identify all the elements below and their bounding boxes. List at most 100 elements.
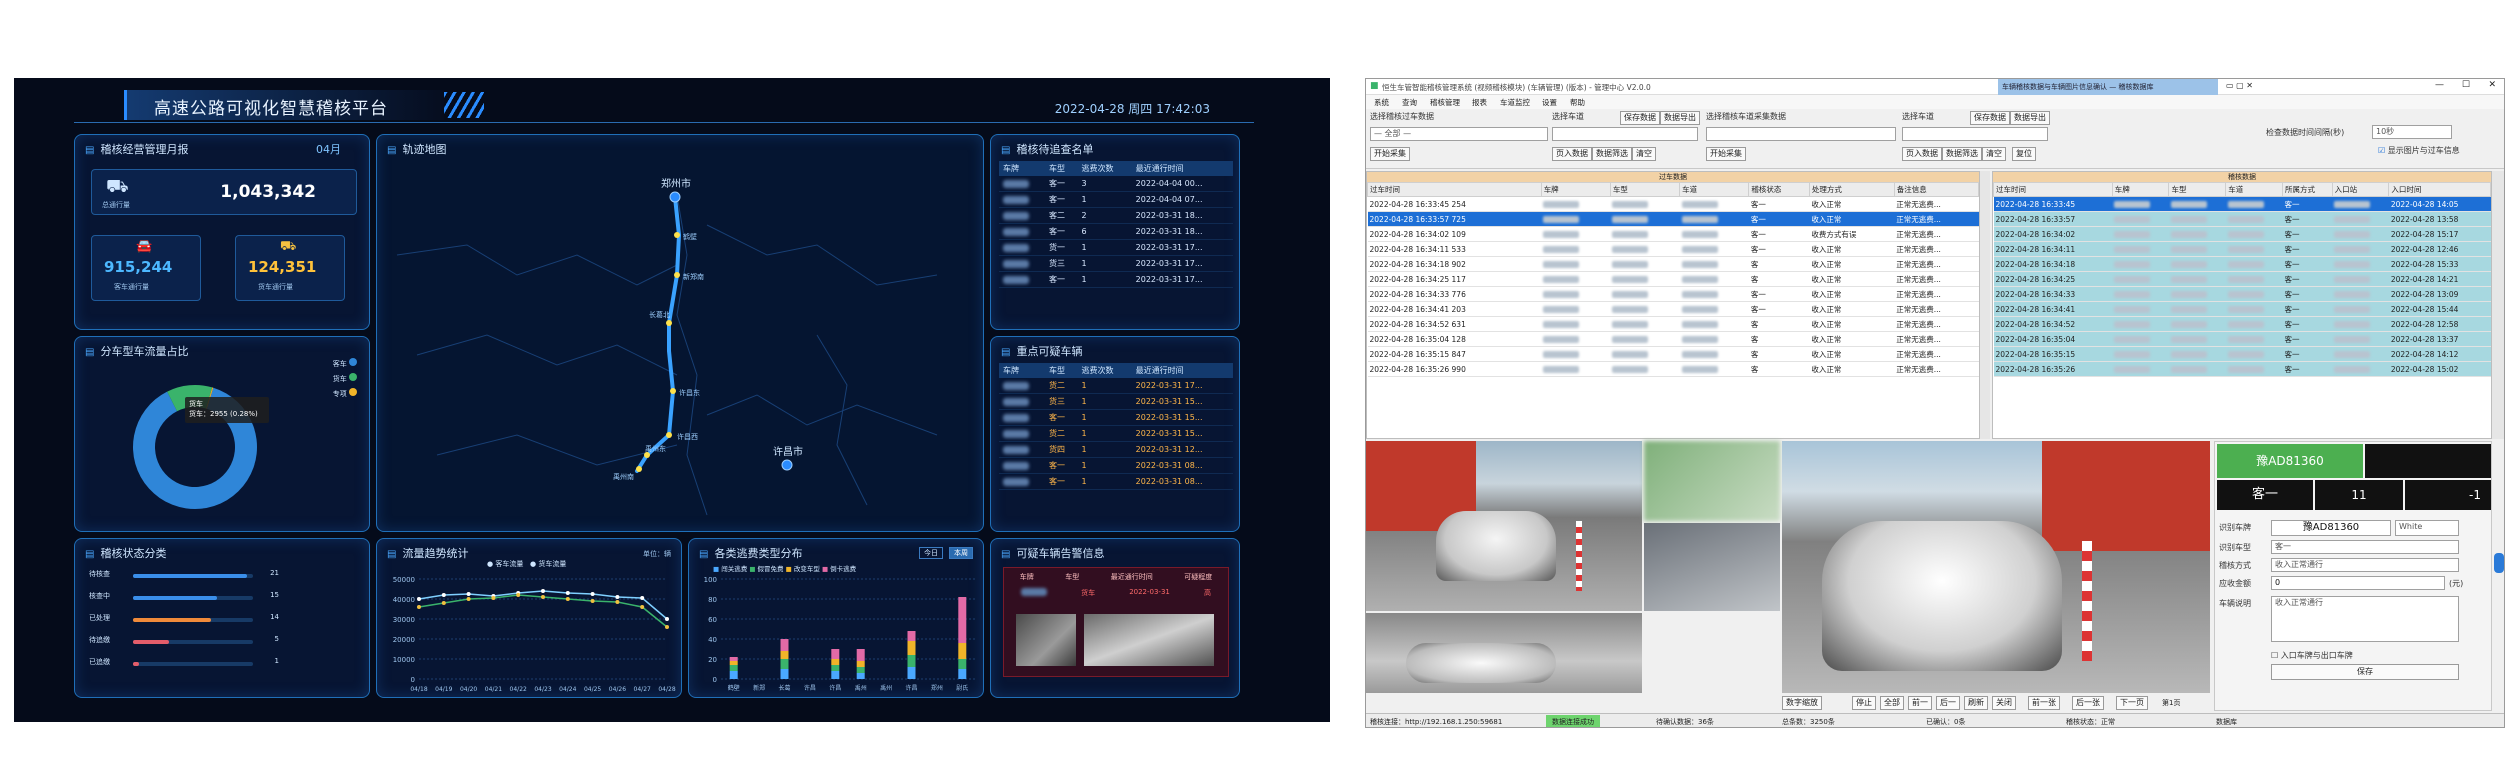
- zoom-button[interactable]: 数字缩放: [1782, 696, 1822, 710]
- show-image-checkbox[interactable]: ☑ 显示图片与过车信息: [2378, 145, 2460, 156]
- note-textarea[interactable]: 收入正常通行: [2271, 596, 2459, 642]
- menu-item[interactable]: 稽核管理: [1430, 97, 1460, 108]
- s4-clear-button[interactable]: 清空: [1982, 147, 2006, 161]
- camera-main-view[interactable]: [1782, 441, 2210, 693]
- s2-filter-button[interactable]: 数据筛选: [1592, 147, 1632, 161]
- maximize-icon[interactable]: ☐: [2462, 80, 2470, 90]
- plate-input[interactable]: 豫AD81360: [2271, 520, 2391, 536]
- entry-plate-checkbox[interactable]: ☐ 入口车牌与出口车牌: [2271, 650, 2353, 661]
- grid-row[interactable]: 2022-04-28 16:34:25 117 客收入正常 正常无逃费...: [1367, 271, 1979, 287]
- ctrl-button[interactable]: 后一张: [2072, 696, 2104, 710]
- grid-row[interactable]: 2022-04-28 16:35:26 990 客收入正常 正常无逃费...: [1367, 361, 1979, 377]
- table-row[interactable]: 客一 1 2022-03-31 08...: [999, 457, 1233, 474]
- grid-row[interactable]: 2022-04-28 16:34:11 客一 2022-04-28 12:46: [1993, 241, 2491, 257]
- s4-reset-button[interactable]: 复位: [2012, 147, 2036, 161]
- ctrl-button[interactable]: 后一: [1936, 696, 1960, 710]
- right-grid-scrollbar[interactable]: [2492, 171, 2504, 439]
- blurred-cell: [1612, 231, 1649, 238]
- s1-start-button[interactable]: 开始采集: [1370, 147, 1410, 161]
- blurred-cell: [2170, 216, 2207, 223]
- table-row[interactable]: 客一 6 2022-03-31 18...: [999, 223, 1233, 240]
- popup-controls[interactable]: ▭ ▢ ✕: [2226, 81, 2253, 90]
- menu-item[interactable]: 帮助: [1570, 97, 1585, 108]
- table-row[interactable]: 货三 1 2022-03-31 17...: [999, 255, 1233, 272]
- left-grid-scrollbar[interactable]: [1980, 171, 1990, 439]
- table-row[interactable]: 货二 1 2022-03-31 15...: [999, 425, 1233, 442]
- s4-save-button[interactable]: 保存数据: [1970, 111, 2010, 125]
- table-row[interactable]: 货二 1 2022-03-31 17...: [999, 378, 1233, 394]
- color-select[interactable]: White: [2395, 520, 2459, 536]
- menu-item[interactable]: 设置: [1542, 97, 1557, 108]
- table-row[interactable]: 货四 1 2022-03-31 12...: [999, 441, 1233, 458]
- camera-view-3[interactable]: [1644, 523, 1780, 611]
- grid-row[interactable]: 2022-04-28 16:35:04 客一 2022-04-28 13:37: [1993, 331, 2491, 347]
- grid-row[interactable]: 2022-04-28 16:35:04 128 客收入正常 正常无逃费...: [1367, 331, 1979, 347]
- ctrl-button[interactable]: 下一页: [2116, 696, 2148, 710]
- ctrl-button[interactable]: 关闭: [1992, 696, 2016, 710]
- side-scroll-handle[interactable]: [2494, 553, 2504, 573]
- s4-import-button[interactable]: 页入数据: [1902, 147, 1942, 161]
- table-row[interactable]: 客一 1 2022-03-31 17...: [999, 271, 1233, 288]
- table-row[interactable]: 客二 2 2022-03-31 18...: [999, 207, 1233, 224]
- grid-row[interactable]: 2022-04-28 16:34:25 客一 2022-04-28 14:21: [1993, 271, 2491, 287]
- grid-row[interactable]: 2022-04-28 16:34:02 客一 2022-04-28 15:17: [1993, 226, 2491, 242]
- camera-view-4[interactable]: [1366, 613, 1642, 693]
- grid-row[interactable]: 2022-04-28 16:34:33 客一 2022-04-28 13:09: [1993, 286, 2491, 302]
- grid-row[interactable]: 2022-04-28 16:34:11 533 客一 收入正常 正常无逃费...: [1367, 241, 1979, 257]
- grid-row[interactable]: 2022-04-28 16:33:45 客一 2022-04-28 14:05: [1993, 196, 2491, 212]
- grid-row[interactable]: 2022-04-28 16:35:26 客一 2022-04-28 15:02: [1993, 361, 2491, 377]
- s3-start-button[interactable]: 开始采集: [1706, 147, 1746, 161]
- table-row[interactable]: 客一 3 2022-04-04 00...: [999, 176, 1233, 192]
- ctrl-button[interactable]: 全部: [1880, 696, 1904, 710]
- s4-select[interactable]: [1902, 127, 2048, 141]
- grid-row[interactable]: 2022-04-28 16:34:33 776 客一 收入正常 正常无逃费...: [1367, 286, 1979, 302]
- amount-input[interactable]: 0: [2271, 576, 2445, 590]
- ctrl-button[interactable]: 前一: [1908, 696, 1932, 710]
- grid-row[interactable]: 2022-04-28 16:34:18 902 客收入正常 正常无逃费...: [1367, 256, 1979, 272]
- grid-row[interactable]: 2022-04-28 16:33:57 客一 2022-04-28 13:58: [1993, 211, 2491, 227]
- grid-row[interactable]: 2022-04-28 16:34:52 客一 2022-04-28 12:58: [1993, 316, 2491, 332]
- menu-item[interactable]: 查询: [1402, 97, 1417, 108]
- table-row[interactable]: 货三 1 2022-03-31 15...: [999, 393, 1233, 410]
- grid-row[interactable]: 2022-04-28 16:34:41 客一 2022-04-28 15:44: [1993, 301, 2491, 317]
- s2-save-button[interactable]: 保存数据: [1620, 111, 1660, 125]
- camera-view-1[interactable]: [1366, 441, 1642, 611]
- s4-export-button[interactable]: 数据导出: [2010, 111, 2050, 125]
- s2-export-button[interactable]: 数据导出: [1660, 111, 1700, 125]
- table-row[interactable]: 客一 1 2022-03-31 15...: [999, 409, 1233, 426]
- grid-row[interactable]: 2022-04-28 16:35:15 847 客收入正常 正常无逃费...: [1367, 346, 1979, 362]
- interval-select[interactable]: 10秒: [2372, 125, 2452, 139]
- s2-select[interactable]: [1552, 127, 1698, 141]
- s1-select[interactable]: — 全部 —: [1370, 127, 1548, 141]
- header-divider: [74, 122, 1254, 123]
- grid-row[interactable]: 2022-04-28 16:34:41 203 客一 收入正常 正常无逃费...: [1367, 301, 1979, 317]
- grid-row[interactable]: 2022-04-28 16:34:52 631 客收入正常 正常无逃费...: [1367, 316, 1979, 332]
- status-item: 总条数：3250条: [1782, 718, 1835, 726]
- table-row[interactable]: 客一 1 2022-03-31 08...: [999, 473, 1233, 490]
- ctrl-button[interactable]: 停止: [1852, 696, 1876, 710]
- menu-item[interactable]: 车道监控: [1500, 97, 1530, 108]
- camera-view-2[interactable]: [1644, 441, 1780, 521]
- type-select[interactable]: 客一: [2271, 540, 2459, 554]
- menu-item[interactable]: 系统: [1374, 97, 1389, 108]
- grid-row[interactable]: 2022-04-28 16:34:18 客一 2022-04-28 15:33: [1993, 256, 2491, 272]
- popup-title[interactable]: 车辆稽核数据与车辆图片信息确认 — 稽核数据库: [1998, 79, 2218, 95]
- grid-row[interactable]: 2022-04-28 16:33:57 725 客一 收入正常 正常无逃费...: [1367, 211, 1979, 227]
- close-icon[interactable]: ✕: [2488, 80, 2496, 90]
- status-bar-row: 已处理 14: [89, 613, 279, 627]
- save-button[interactable]: 保存: [2271, 664, 2459, 680]
- table-row[interactable]: 货一 1 2022-03-31 17...: [999, 239, 1233, 256]
- menu-item[interactable]: 报表: [1472, 97, 1487, 108]
- s2-clear-button[interactable]: 清空: [1632, 147, 1656, 161]
- ctrl-button[interactable]: 前一张: [2028, 696, 2060, 710]
- s3-select[interactable]: [1706, 127, 1896, 141]
- table-row[interactable]: 客一 1 2022-04-04 07...: [999, 191, 1233, 208]
- grid-row[interactable]: 2022-04-28 16:35:15 客一 2022-04-28 14:12: [1993, 346, 2491, 362]
- method-select[interactable]: 收入正常通行: [2271, 558, 2459, 572]
- minimize-icon[interactable]: —: [2435, 80, 2444, 90]
- ctrl-button[interactable]: 刷新: [1964, 696, 1988, 710]
- s4-filter-button[interactable]: 数据筛选: [1942, 147, 1982, 161]
- grid-row[interactable]: 2022-04-28 16:33:45 254 客一 收入正常 正常无逃费...: [1367, 196, 1979, 212]
- grid-row[interactable]: 2022-04-28 16:34:02 109 客一 收费方式有误 正常无逃费...: [1367, 226, 1979, 242]
- s2-import-button[interactable]: 页入数据: [1552, 147, 1592, 161]
